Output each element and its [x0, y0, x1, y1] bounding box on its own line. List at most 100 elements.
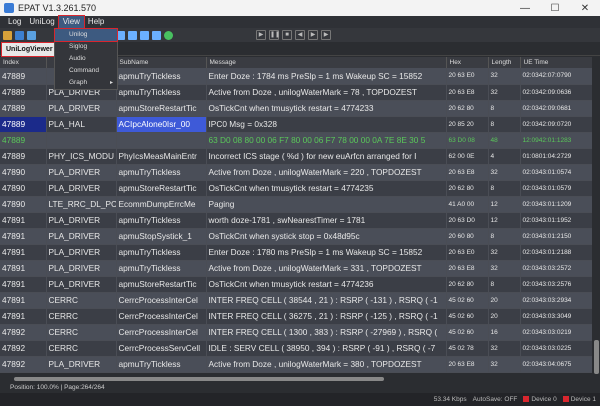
- table-row[interactable]: 47892 PLA_DRIVER apmuTryTickless Active fro…: [0, 356, 593, 373]
- cell-index: 47889: [0, 84, 47, 101]
- cell-module: PLA_DRIVER: [46, 260, 117, 277]
- minimize-icon[interactable]: —: [510, 0, 540, 16]
- cell-module: PLA_DRIVER: [46, 180, 117, 197]
- step-icon[interactable]: [128, 30, 137, 40]
- table-row[interactable]: 47889 PHY_ICS_MODU PhyIcsMeasMainEntr Incor…: [0, 148, 593, 165]
- table-row[interactable]: 47889 PLA_HAL ACIpcAlone0Isr_00 IPC0 Msg = …: [0, 116, 593, 133]
- cell-index: 47892: [0, 356, 47, 373]
- column-header-message[interactable]: Message: [206, 57, 447, 68]
- view-menu-dropdown: Unilog Siglog Audio Command Graph ▸: [54, 28, 118, 90]
- cell-index: 47891: [0, 292, 47, 309]
- cell-ue-time: 02:0343:03:3049: [520, 308, 593, 325]
- table-row[interactable]: 47891 PLA_DRIVER apmuTryTickless Enter Doze…: [0, 244, 593, 261]
- cell-index: 47891: [0, 308, 47, 325]
- expand-icon[interactable]: [152, 30, 161, 40]
- cell-ue-time: 02:0343:01:0579: [520, 180, 593, 197]
- cell-subname: apmuTryTickless: [116, 260, 207, 277]
- menu-item-unilog[interactable]: Unilog: [54, 28, 118, 42]
- cell-ue-time: 02:0343:01:1952: [520, 212, 593, 229]
- vertical-scrollbar[interactable]: [592, 57, 600, 375]
- horizontal-scrollbar[interactable]: [0, 375, 600, 383]
- connect-icon[interactable]: [27, 30, 36, 40]
- device-1-status: Device 1: [562, 396, 596, 403]
- pause-icon[interactable]: ❚❚: [269, 30, 280, 40]
- cell-ue-time: 02:0343:03:0219: [520, 324, 593, 341]
- cell-subname: apmuStoreRestartTic: [116, 276, 207, 293]
- play-icon[interactable]: ▶: [256, 30, 266, 40]
- cell-length: 32: [488, 260, 521, 277]
- cell-ue-time: 02:0343:03:2934: [520, 292, 593, 309]
- menu-item-graph[interactable]: Graph ▸: [55, 77, 117, 89]
- cell-length: 12: [488, 212, 521, 229]
- table-row[interactable]: 47891 CERRC CerrcProcessInterCel INTER FREQ…: [0, 292, 593, 309]
- table-row[interactable]: 47892 CERRC CerrcProcessInterCel INTER FREQ…: [0, 324, 593, 341]
- cell-subname: apmuTryTickless: [116, 164, 207, 181]
- menu-log[interactable]: Log: [4, 16, 25, 28]
- cell-module: PLA_DRIVER: [46, 244, 117, 261]
- cell-ue-time: 02:0343:01:0574: [520, 164, 593, 181]
- cell-message: OsTickCnt when tmusytick restart = 47742…: [206, 180, 447, 197]
- cell-ue-time: 01:0801:04:2729: [520, 148, 593, 165]
- cell-length: 8: [488, 180, 521, 197]
- table-row[interactable]: 47891 PLA_DRIVER apmuTryTickless Active fro…: [0, 260, 593, 277]
- cell-length: 32: [488, 68, 521, 85]
- save-icon[interactable]: [15, 30, 24, 40]
- transfer-speed: 53.34 Kbps: [433, 396, 467, 403]
- table-row[interactable]: 47889 PLA_DRIVER apmuStoreRestartTic OsTick…: [0, 100, 593, 117]
- column-header-subname[interactable]: SubName: [116, 57, 207, 68]
- forward-icon[interactable]: ▶: [308, 30, 318, 40]
- cell-hex: 20 63 E0: [446, 68, 489, 85]
- cell-subname: apmuTryTickless: [116, 244, 207, 261]
- table-row[interactable]: 47890 PLA_DRIVER apmuStoreRestartTic OsTick…: [0, 180, 593, 197]
- menu-view[interactable]: View: [57, 15, 85, 29]
- tab-unilogviewer[interactable]: UniLogViewer: [1, 42, 58, 57]
- end-icon[interactable]: ▶: [321, 30, 331, 40]
- step-forward-icon[interactable]: [140, 30, 149, 40]
- menu-unilog[interactable]: UniLog: [25, 16, 58, 28]
- table-row[interactable]: 47890 PLA_DRIVER apmuTryTickless Active fro…: [0, 164, 593, 181]
- status-bar: 53.34 Kbps AutoSave: OFF Device 0 Device…: [0, 393, 600, 406]
- cell-message: Enter Doze : 1784 ms PreSlp = 1 ms Wakeu…: [206, 68, 447, 85]
- close-icon[interactable]: ✕: [570, 0, 600, 16]
- open-folder-icon[interactable]: [3, 30, 12, 40]
- menu-item-siglog[interactable]: Siglog: [55, 41, 117, 53]
- cell-message: Paging: [206, 196, 447, 213]
- cell-message: IPC0 Msg = 0x328: [206, 116, 447, 133]
- device-0-status: Device 0: [523, 396, 557, 403]
- table-row[interactable]: 47891 PLA_DRIVER apmuStopSystick_1 OsTickCn…: [0, 228, 593, 245]
- cell-hex: 63 D0 08: [446, 132, 489, 149]
- table-row[interactable]: 47891 CERRC CerrcProcessInterCel INTER FREQ…: [0, 308, 593, 325]
- cell-length: 16: [488, 324, 521, 341]
- vertical-scroll-thumb[interactable]: [594, 340, 599, 374]
- table-row[interactable]: 47891 PLA_DRIVER apmuTryTickless worth doze…: [0, 212, 593, 229]
- table-row[interactable]: 47892 CERRC CerrcProcessServCell IDLE : SER…: [0, 340, 593, 357]
- cell-subname: PhyIcsMeasMainEntr: [116, 148, 207, 165]
- cell-subname: [116, 132, 207, 149]
- cell-message: Active from Doze , unilogWaterMark = 331…: [206, 260, 447, 277]
- cell-ue-time: 02:0343:03:0225: [520, 340, 593, 357]
- table-row[interactable]: 47890 LTE_RRC_DL_PC EcommDumpErrcMe Paging 4…: [0, 196, 593, 213]
- maximize-icon[interactable]: ☐: [540, 0, 570, 16]
- column-header-ue-time[interactable]: UE Time: [520, 57, 593, 68]
- cell-ue-time: 02:0343:03:2572: [520, 260, 593, 277]
- stop-icon[interactable]: ■: [282, 30, 292, 40]
- column-header-hex[interactable]: Hex: [446, 57, 489, 68]
- table-row[interactable]: 47889 63 D0 08 80 00 06 F7 80 00 06 F7 78…: [0, 132, 593, 149]
- cell-hex: 20 62 80: [446, 180, 489, 197]
- menu-item-audio[interactable]: Audio: [55, 53, 117, 65]
- cell-ue-time: 02:0342:09:0720: [520, 116, 593, 133]
- column-header-length[interactable]: Length: [488, 57, 521, 68]
- table-row[interactable]: 47891 PLA_DRIVER apmuStoreRestartTic OsTick…: [0, 276, 593, 293]
- position-indicator: Position: 100.0% | Page:264/264: [0, 383, 600, 393]
- autosave-status: AutoSave: OFF: [472, 396, 518, 403]
- rewind-icon[interactable]: ◀: [295, 30, 305, 40]
- cell-subname: apmuTryTickless: [116, 84, 207, 101]
- column-header-index[interactable]: Index: [0, 57, 47, 68]
- cell-index: 47889: [0, 68, 47, 85]
- horizontal-scroll-thumb[interactable]: [14, 377, 384, 381]
- cell-message: INTER FREQ CELL ( 1300 , 383 ) : RSRP ( …: [206, 324, 447, 341]
- menu-help[interactable]: Help: [84, 16, 108, 28]
- status-icon[interactable]: [164, 30, 173, 40]
- menu-item-command[interactable]: Command: [55, 65, 117, 77]
- cell-index: 47889: [0, 116, 47, 133]
